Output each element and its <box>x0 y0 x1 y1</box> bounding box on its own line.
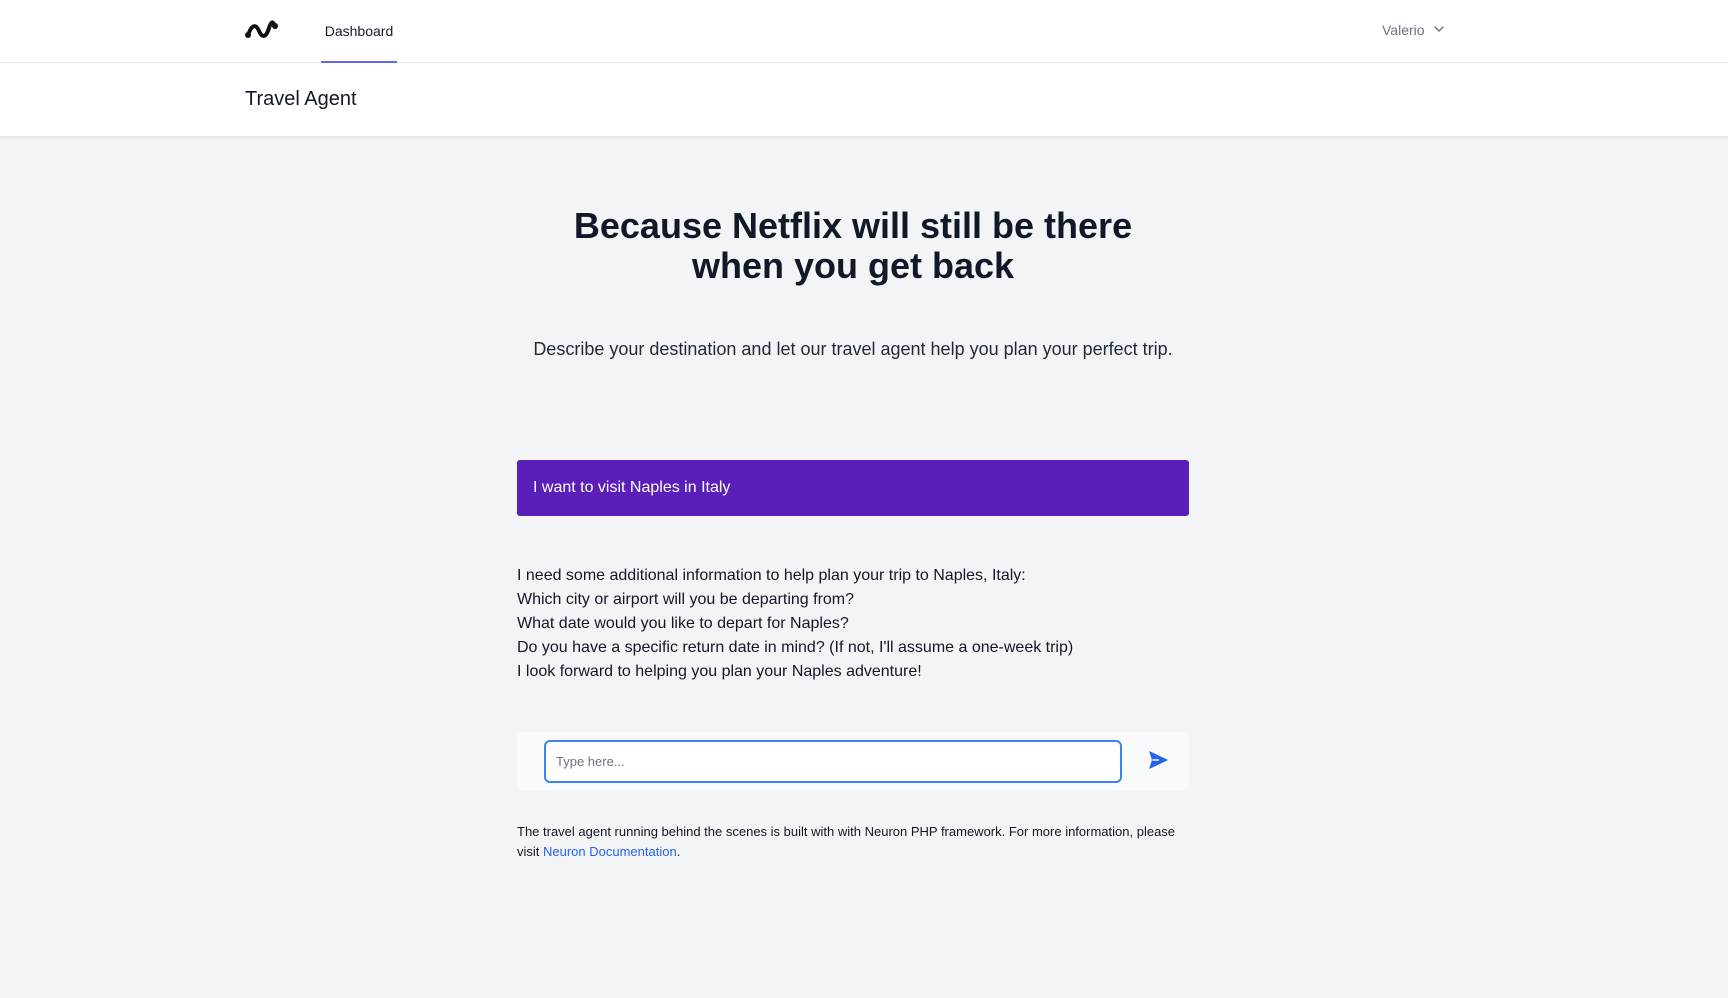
user-menu[interactable]: Valerio <box>1382 19 1445 41</box>
nav-tab-label: Dashboard <box>324 22 394 39</box>
assistant-line: Which city or airport will you be depart… <box>517 591 855 608</box>
top-navigation: Dashboard Valerio <box>0 0 1728 63</box>
user-message-bubble: I want to visit Naples in Italy <box>517 460 1189 516</box>
user-message-text: I want to visit Naples in Italy <box>533 479 731 496</box>
neuron-documentation-link[interactable]: Neuron Documentation <box>543 844 677 859</box>
page-title: Travel Agent <box>245 88 357 110</box>
hero-title-line-2: when you get back <box>691 245 1015 286</box>
nav-tab-dashboard[interactable]: Dashboard <box>321 0 397 63</box>
assistant-line: What date would you like to depart for N… <box>517 615 849 632</box>
footnote: The travel agent running behind the scen… <box>517 822 1197 862</box>
hero-subtitle: Describe your destination and let our tr… <box>533 339 1173 359</box>
assistant-line: Do you have a specific return date in mi… <box>517 639 1074 656</box>
assistant-message: I need some additional information to he… <box>517 564 1189 684</box>
message-composer <box>517 732 1189 790</box>
chevron-down-icon <box>1433 22 1445 38</box>
page-header: Travel Agent <box>0 63 1728 137</box>
assistant-line: I need some additional information to he… <box>517 567 1026 584</box>
user-name: Valerio <box>1382 22 1425 38</box>
wave-logo-icon[interactable] <box>244 18 278 42</box>
assistant-line: I look forward to helping you plan your … <box>517 663 922 680</box>
message-input[interactable] <box>544 740 1122 783</box>
paper-plane-send-icon <box>1147 749 1169 774</box>
send-button[interactable] <box>1145 748 1171 774</box>
footnote-period: . <box>676 844 681 859</box>
hero-title-line-1: Because Netflix will still be there <box>573 205 1133 246</box>
hero-title: Because Netflix will still be there when… <box>0 206 1706 286</box>
